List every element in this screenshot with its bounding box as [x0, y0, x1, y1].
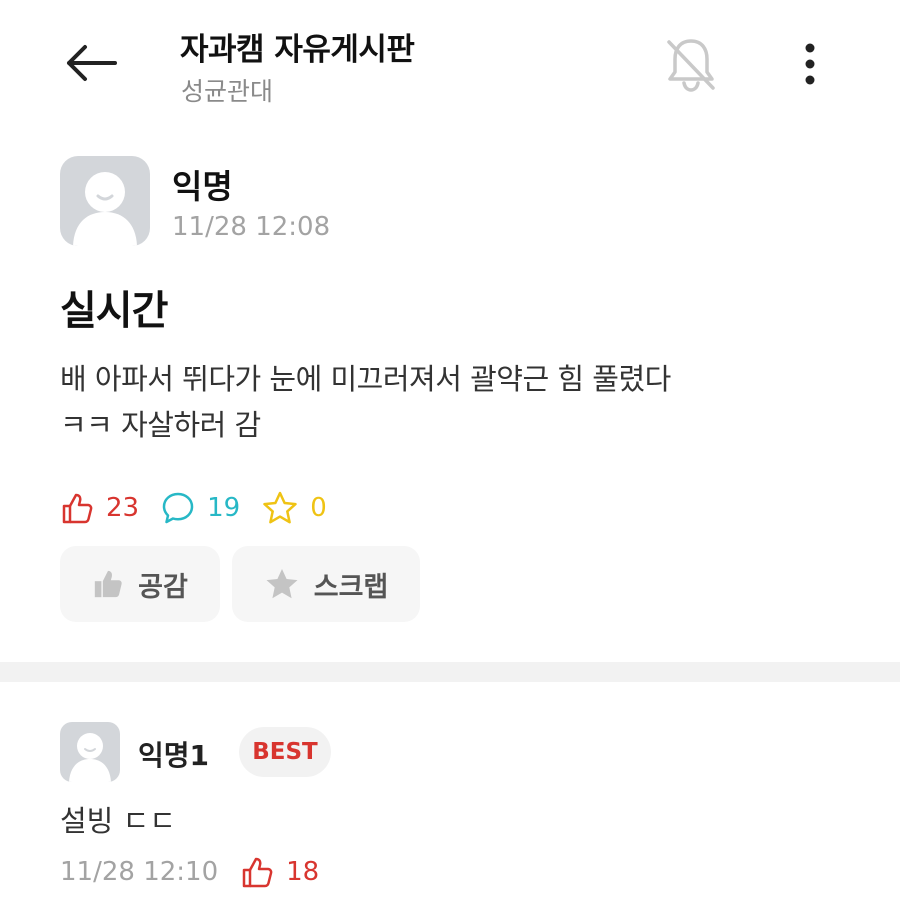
comment-like-stat: 18 [240, 855, 319, 889]
thumbs-up-outline-icon [242, 857, 273, 888]
scrap-count-stat: 0 [262, 491, 327, 525]
comment-avatar [60, 722, 120, 782]
scrap-count: 0 [310, 493, 327, 523]
comment-count-stat: 19 [161, 491, 240, 525]
like-button-label: 공감 [138, 571, 188, 603]
post-body: 배 아파서 뛰다가 눈에 미끄러져서 괄약근 힘 풀렸다 ㅋㅋ 자살하러 감 [60, 356, 850, 448]
post-body-line: 배 아파서 뛰다가 눈에 미끄러져서 괄약근 힘 풀렸다 [60, 362, 671, 396]
author-avatar [60, 156, 150, 246]
star-filled-icon [266, 569, 298, 599]
like-button[interactable]: 공감 [60, 546, 220, 622]
post-author-name: 익명 [172, 167, 233, 206]
like-count-stat: 23 [60, 491, 139, 525]
post-title: 실시간 [60, 288, 168, 334]
default-avatar-icon [69, 733, 111, 782]
more-options-button[interactable] [790, 38, 830, 90]
thumbs-up-filled-icon [94, 570, 122, 598]
scrap-button-label: 스크랩 [313, 571, 389, 603]
more-vertical-icon [805, 43, 815, 85]
notification-toggle-button[interactable] [656, 32, 726, 96]
section-divider [0, 662, 900, 682]
bell-off-icon [667, 39, 715, 92]
post-stats: 23 19 0 [60, 486, 349, 530]
default-avatar-icon [73, 172, 137, 246]
speech-bubble-outline-icon [162, 492, 194, 524]
like-count: 23 [106, 493, 140, 523]
arrow-left-icon [67, 45, 117, 81]
scrap-button[interactable]: 스크랩 [232, 546, 420, 622]
back-button[interactable] [58, 36, 122, 90]
best-badge: BEST [239, 727, 331, 777]
comment-count: 19 [207, 493, 241, 523]
post-timestamp: 11/28 12:08 [172, 212, 331, 242]
board-subtitle: 성균관대 [181, 77, 274, 106]
app-header: 자과캠 자유게시판 성균관대 [0, 0, 900, 130]
comment-text: 설빙 ㄷㄷ [60, 804, 176, 838]
star-outline-icon [263, 491, 297, 524]
post-body-line: ㅋㅋ 자살하러 감 [60, 408, 261, 442]
comment-author-name: 익명1 [138, 739, 210, 772]
comment-timestamp: 11/28 12:10 [60, 857, 219, 887]
board-title: 자과캠 자유게시판 [180, 32, 415, 68]
thumbs-up-outline-icon [62, 493, 93, 524]
comment-meta: 11/28 12:10 18 [60, 852, 319, 892]
comment-like-count: 18 [286, 857, 320, 887]
